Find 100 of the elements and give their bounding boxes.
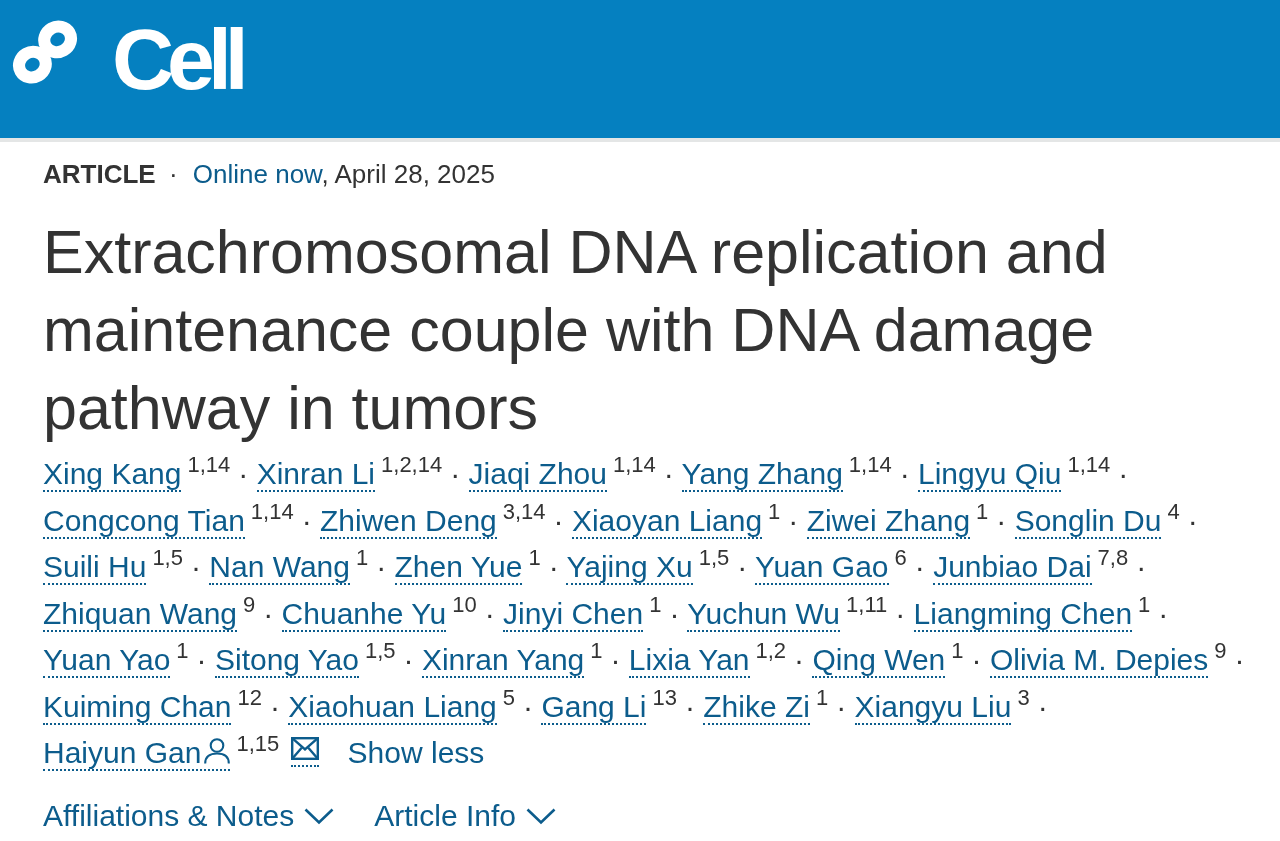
- author-link[interactable]: Xiaohuan Liang: [288, 689, 497, 725]
- separator-dot: ·: [914, 550, 925, 583]
- article-type: ARTICLE: [43, 159, 156, 189]
- affiliation-numbers: 1: [951, 638, 964, 663]
- affiliation-numbers: 3: [1017, 684, 1030, 710]
- show-less-button[interactable]: Show less: [347, 730, 485, 777]
- author-link[interactable]: Zhiwen Deng: [320, 503, 497, 539]
- separator-dot: ·: [788, 503, 799, 537]
- affiliation-numbers: 1: [590, 638, 603, 663]
- author-link[interactable]: Kuiming Chan: [43, 689, 232, 725]
- separator-dot: ·: [996, 503, 1007, 537]
- author-link[interactable]: Olivia M. Depies: [989, 643, 1209, 678]
- author-link[interactable]: Lingyu Qiu: [918, 457, 1062, 492]
- separator-dot: ·: [263, 596, 274, 630]
- affiliation-numbers: 6: [894, 545, 907, 570]
- affiliation-numbers: 1: [528, 545, 541, 570]
- author-link[interactable]: Gang Li: [541, 689, 647, 725]
- logo-text[interactable]: Cell: [112, 16, 249, 102]
- affiliation-numbers: 5: [502, 684, 516, 710]
- mail-icon: [291, 737, 320, 760]
- author-link[interactable]: Liangming Chen: [913, 596, 1133, 632]
- affiliation-numbers: 1: [1138, 591, 1151, 617]
- author-link[interactable]: Jinyi Chen: [503, 596, 644, 632]
- separator-dot: ·: [269, 689, 280, 723]
- author-link[interactable]: Nan Wang: [209, 550, 350, 585]
- affiliation-numbers: 1: [768, 498, 781, 524]
- separator-dot: ·: [553, 503, 564, 537]
- affiliation-numbers: 13: [652, 684, 677, 710]
- separator-dot: ·: [1158, 596, 1169, 630]
- separator-dot: ·: [899, 457, 910, 490]
- affiliation-numbers: 12: [237, 684, 262, 710]
- author-link[interactable]: Chuanhe Yu: [281, 596, 447, 632]
- affiliation-numbers: 1,2: [755, 638, 787, 663]
- affiliation-numbers: 1,2,14: [381, 452, 443, 477]
- separator-dot: ·: [737, 550, 748, 583]
- author-link[interactable]: Yuchun Wu: [687, 596, 841, 632]
- affiliation-numbers: 10: [452, 591, 477, 617]
- affiliation-numbers: 1: [816, 684, 829, 710]
- author-link[interactable]: Yuan Yao: [43, 643, 171, 678]
- author-link[interactable]: Zhen Yue: [394, 550, 523, 585]
- separator-dot: ·: [190, 550, 201, 583]
- affiliation-numbers: 4: [1167, 498, 1180, 524]
- separator-dot: ·: [301, 503, 312, 537]
- affiliation-numbers: 1,11: [846, 591, 888, 617]
- separator-dot: ·: [794, 643, 805, 676]
- affiliation-numbers: 1: [976, 498, 989, 524]
- author-link[interactable]: Sitong Yao: [214, 643, 359, 678]
- author-link[interactable]: Yuan Gao: [755, 550, 889, 585]
- separator-dot: ·: [1234, 643, 1245, 676]
- author-link[interactable]: Ziwei Zhang: [806, 503, 971, 539]
- affiliation-numbers: 1,14: [250, 498, 294, 524]
- author-link[interactable]: Xinran Li: [256, 457, 376, 492]
- separator-dot: ·: [669, 596, 680, 630]
- separator-dot: ·: [895, 596, 906, 630]
- separator-dot: ·: [836, 689, 847, 723]
- separator-dot: ·: [196, 643, 207, 676]
- author-link[interactable]: Congcong Tian: [43, 503, 245, 539]
- author-link[interactable]: Haiyun Gan: [43, 736, 231, 771]
- separator-dot: ·: [238, 457, 249, 490]
- separator-dot: ·: [663, 457, 674, 490]
- author-link[interactable]: Junbiao Dai: [933, 550, 1092, 585]
- affiliation-numbers: 1: [176, 638, 189, 663]
- affiliation-numbers: 1,5: [698, 545, 730, 570]
- affiliation-numbers: 1,14: [1067, 452, 1111, 477]
- affiliation-numbers: 9: [1214, 638, 1227, 663]
- separator-dot: ·: [1187, 503, 1198, 537]
- separator-dot: ·: [450, 457, 461, 490]
- affiliation-numbers: 1: [649, 591, 662, 617]
- author-link[interactable]: Xiangyu Liu: [854, 689, 1012, 725]
- separator-dot: ·: [484, 596, 495, 630]
- separator-dot: ·: [1037, 689, 1048, 723]
- author-link[interactable]: Xiaoyan Liang: [571, 503, 763, 539]
- online-now-link[interactable]: Online now: [192, 159, 322, 189]
- author-link[interactable]: Zhiquan Wang: [43, 596, 237, 632]
- author-link[interactable]: Xing Kang: [43, 457, 182, 492]
- separator-dot: ·: [403, 643, 414, 676]
- author-link[interactable]: Zhike Zi: [703, 689, 810, 725]
- author-link[interactable]: Xinran Yang: [421, 643, 585, 678]
- logo-icon[interactable]: [12, 18, 78, 86]
- author-link[interactable]: Jiaqi Zhou: [468, 457, 607, 492]
- section-toggle[interactable]: Affiliations & Notes: [43, 792, 335, 839]
- section-toggle[interactable]: Article Info: [374, 792, 556, 839]
- email-link[interactable]: [291, 737, 320, 767]
- author-link[interactable]: Yajing Xu: [566, 550, 693, 585]
- author-link[interactable]: Yang Zhang: [681, 457, 843, 492]
- affiliation-numbers: 1: [355, 545, 369, 570]
- separator-dot: ·: [548, 550, 559, 583]
- affiliation-numbers: 3,14: [502, 498, 546, 524]
- affiliation-numbers: 9: [243, 591, 256, 617]
- author-link[interactable]: Suili Hu: [43, 550, 147, 585]
- affiliation-numbers: 1,15: [236, 731, 280, 756]
- separator-dot: ·: [376, 550, 387, 583]
- separator-dot: ·: [971, 643, 982, 676]
- separator-dot: ·: [610, 643, 621, 676]
- author-link[interactable]: Songlin Du: [1014, 503, 1162, 539]
- article-title: Extrachromosomal DNA replication and maintenance couple with DNA damage pathway in tumors: [43, 217, 1109, 444]
- affiliation-numbers: 7,8: [1097, 545, 1129, 570]
- author-link[interactable]: Qing Wen: [812, 643, 946, 678]
- author-link[interactable]: Lixia Yan: [628, 643, 750, 678]
- separator-dot: ·: [1118, 457, 1129, 490]
